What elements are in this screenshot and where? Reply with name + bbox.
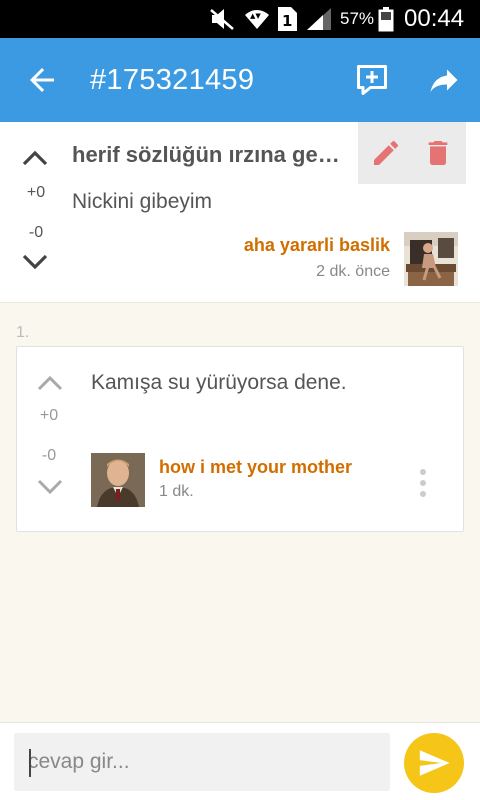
page-title: #175321459 bbox=[90, 64, 255, 96]
sim-icon: 1 bbox=[276, 0, 298, 38]
reply-card: +0 -0 Kamışa su yürüyorsa dene. how i me… bbox=[16, 346, 464, 532]
entry-actions bbox=[358, 122, 466, 184]
avatar[interactable] bbox=[404, 232, 458, 286]
share-icon[interactable] bbox=[426, 62, 462, 98]
reply-input[interactable] bbox=[14, 733, 390, 791]
send-button[interactable] bbox=[404, 733, 464, 793]
entry-card: +0 -0 herif sözlüğün ırzına geçmiş Nicki… bbox=[0, 122, 480, 303]
downvote-count: -0 bbox=[41, 447, 57, 464]
reply-time: 1 dk. bbox=[159, 483, 194, 500]
battery-percent: 57% bbox=[340, 9, 375, 28]
reply-composer bbox=[0, 722, 480, 800]
upvote-button[interactable] bbox=[20, 146, 50, 175]
svg-text:▲▼: ▲▼ bbox=[250, 12, 261, 20]
reply-index: 1. bbox=[16, 324, 30, 341]
trash-icon[interactable] bbox=[422, 137, 454, 169]
downvote-button[interactable] bbox=[35, 475, 65, 504]
send-icon bbox=[419, 750, 450, 776]
entry-text: Nickini gibeyim bbox=[72, 190, 213, 213]
signal-icon bbox=[306, 0, 332, 38]
new-comment-icon[interactable] bbox=[354, 62, 390, 98]
pencil-icon[interactable] bbox=[370, 137, 402, 169]
battery-icon bbox=[378, 0, 394, 38]
downvote-count: -0 bbox=[28, 224, 44, 241]
upvote-count: +0 bbox=[39, 407, 59, 424]
upvote-button[interactable] bbox=[35, 371, 65, 400]
upvote-count: +0 bbox=[26, 184, 46, 201]
entry-author[interactable]: aha yararli baslik bbox=[244, 235, 390, 256]
downvote-button[interactable] bbox=[20, 250, 50, 279]
entry-topic[interactable]: herif sözlüğün ırzına geçmiş bbox=[72, 142, 342, 168]
entry-time: 2 dk. önce bbox=[316, 263, 390, 280]
mute-icon bbox=[208, 0, 236, 38]
status-bar: ▲▼ 1 57% 00:44 bbox=[0, 0, 480, 38]
sim-slot-label: 1 bbox=[282, 12, 292, 30]
avatar[interactable] bbox=[91, 453, 145, 507]
text-caret bbox=[29, 749, 31, 777]
app-bar: #175321459 bbox=[0, 38, 480, 122]
back-arrow-icon[interactable] bbox=[24, 62, 60, 98]
reply-text: Kamışa su yürüyorsa dene. bbox=[91, 371, 347, 394]
reply-author[interactable]: how i met your mother bbox=[159, 457, 352, 478]
more-vert-icon[interactable] bbox=[413, 467, 433, 501]
clock: 00:44 bbox=[404, 5, 465, 32]
wifi-icon: ▲▼ bbox=[244, 0, 270, 38]
